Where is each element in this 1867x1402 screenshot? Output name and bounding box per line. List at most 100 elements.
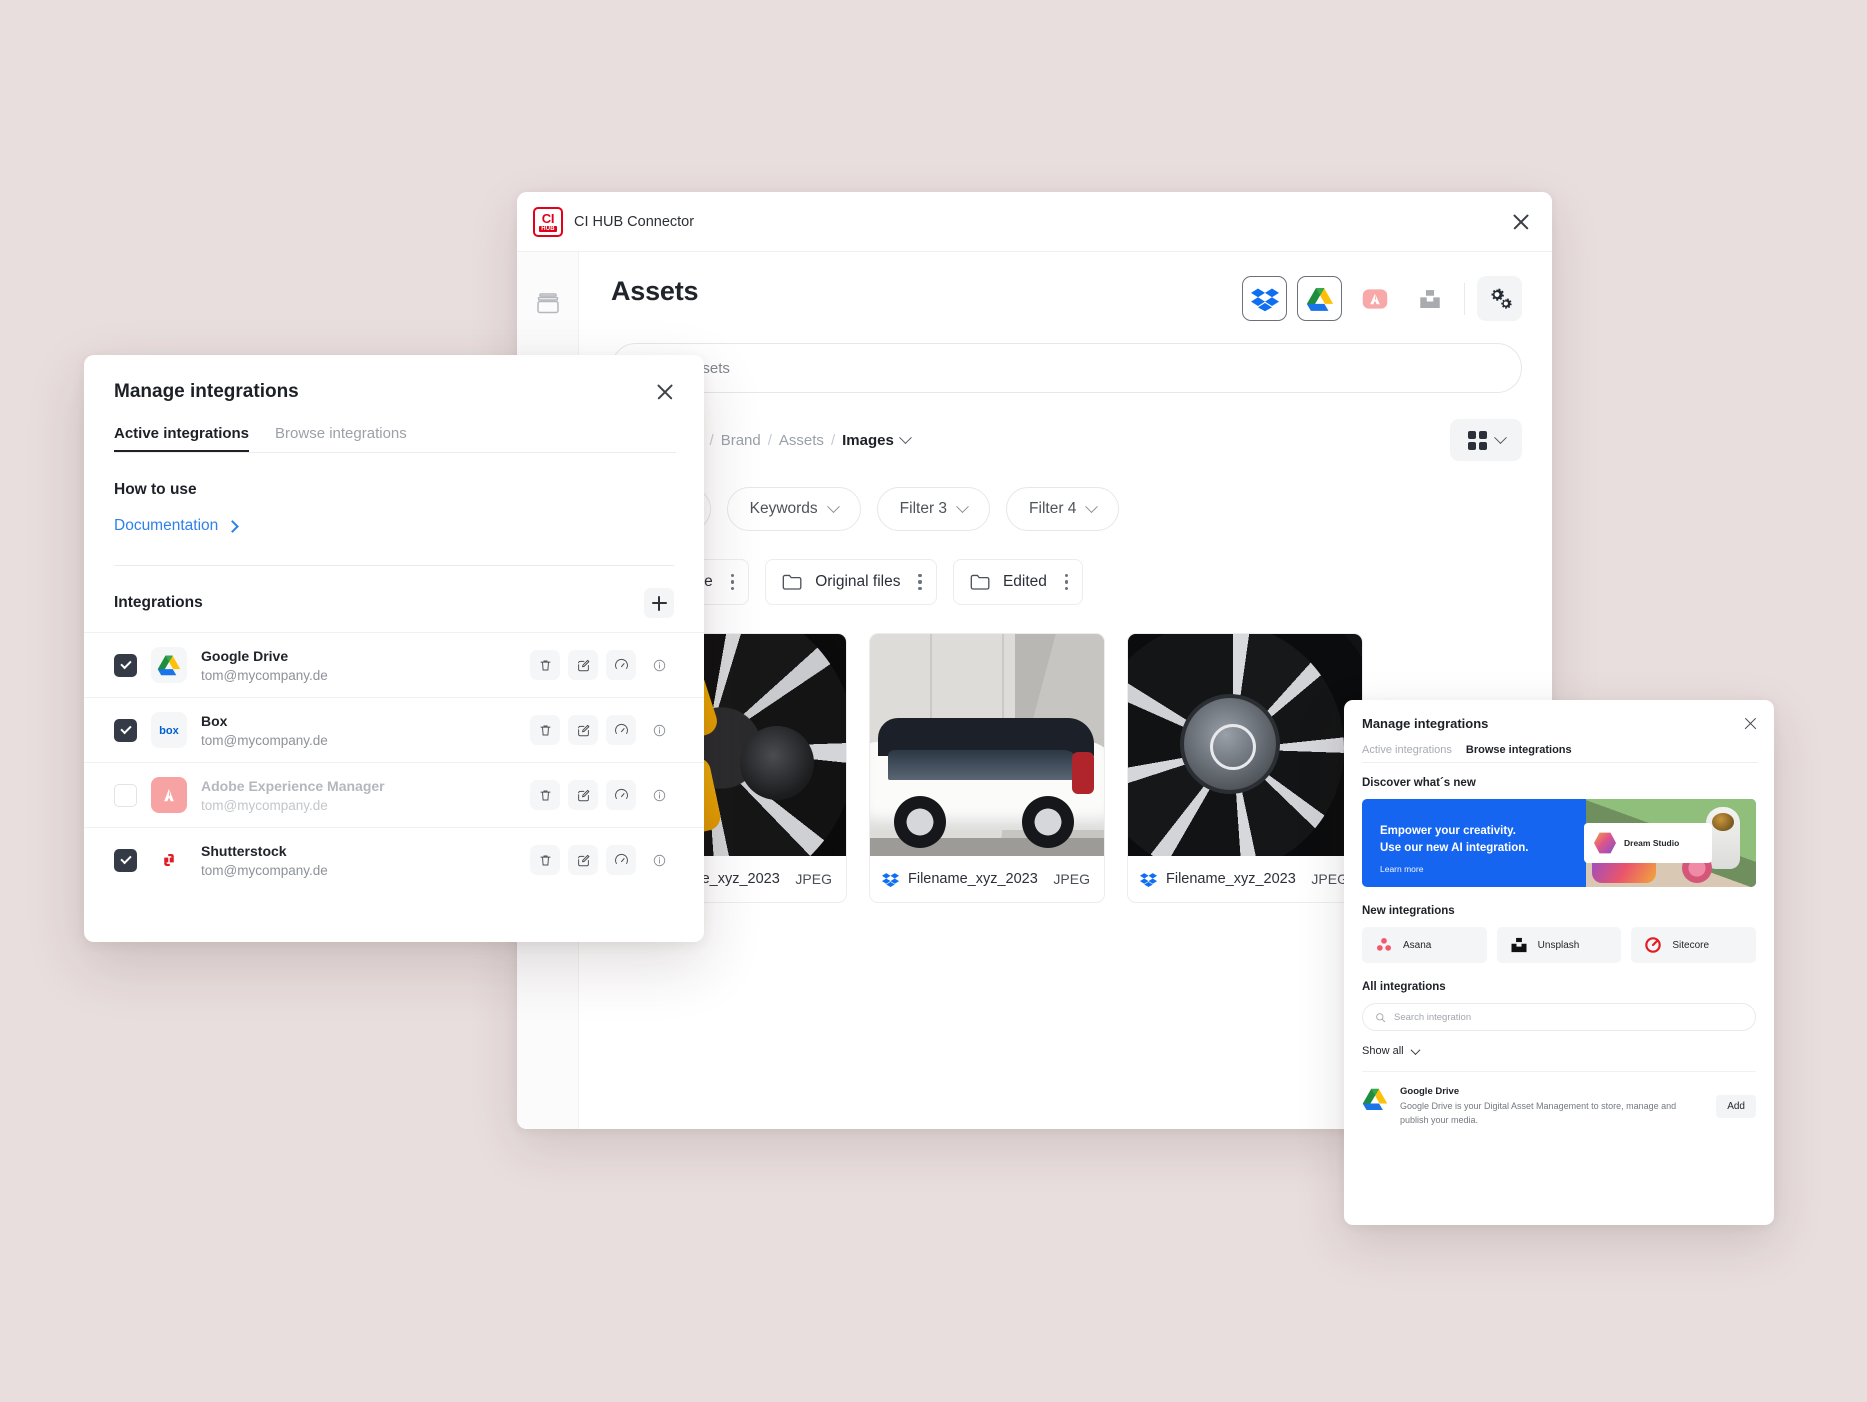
integrations-list: Google Drive tom@mycompany.de box Box to…	[84, 632, 704, 892]
folder-icon	[970, 573, 991, 591]
logo-bottom-text: HUB	[539, 225, 557, 232]
gauge-icon[interactable]	[606, 715, 636, 745]
asset-card[interactable]: Filename_xyz_2023 JPEG	[1127, 633, 1363, 903]
close-icon[interactable]	[1508, 209, 1534, 235]
gauge-icon[interactable]	[606, 650, 636, 680]
list-item[interactable]: Google Drive tom@mycompany.de	[84, 632, 704, 697]
more-options-icon[interactable]	[918, 573, 922, 591]
add-button[interactable]: Add	[1716, 1095, 1756, 1119]
info-icon[interactable]	[644, 845, 674, 875]
adobe-icon	[1361, 285, 1389, 313]
integration-checkbox[interactable]	[114, 718, 137, 742]
integration-checkbox[interactable]	[114, 783, 137, 807]
close-icon[interactable]	[1743, 716, 1758, 731]
edit-icon[interactable]	[568, 715, 598, 745]
promo-banner[interactable]: Dream Studio Empower your creativity. Us…	[1362, 799, 1756, 887]
breadcrumb-item-brand[interactable]: Brand	[721, 432, 761, 449]
google-drive-icon	[1306, 285, 1334, 313]
settings-button[interactable]	[1477, 276, 1522, 321]
chip-sitecore-label: Sitecore	[1672, 939, 1710, 951]
close-icon[interactable]	[654, 381, 676, 403]
asset-format: JPEG	[1053, 871, 1090, 887]
asset-card[interactable]: Filename_xyz_2023 JPEG	[869, 633, 1105, 903]
integration-description: Google Drive is your Digital Asset Manag…	[1400, 1101, 1677, 1125]
integration-account: tom@mycompany.de	[201, 667, 328, 683]
breadcrumb-item-images[interactable]: Images	[842, 432, 894, 449]
integrations-section-header: Integrations	[84, 566, 704, 618]
documentation-link[interactable]: Documentation	[114, 517, 674, 535]
connector-google-drive-button[interactable]	[1297, 276, 1342, 321]
app-title: CI HUB Connector	[574, 213, 695, 230]
connector-toolbar	[1242, 276, 1522, 321]
view-toggle-button[interactable]	[1450, 419, 1522, 461]
list-item[interactable]: Adobe Experience Manager tom@mycompany.d…	[84, 762, 704, 827]
manage-integrations-dialog-active: Manage integrations Active integrations …	[84, 355, 704, 942]
row-actions	[530, 780, 674, 810]
show-all-dropdown[interactable]: Show all	[1362, 1044, 1756, 1057]
tab-browse-integrations[interactable]: Browse integrations	[275, 425, 407, 452]
gauge-icon[interactable]	[606, 845, 636, 875]
delete-icon[interactable]	[530, 845, 560, 875]
filter-3[interactable]: Filter 3	[876, 487, 991, 531]
list-item[interactable]: box Box tom@mycompany.de	[84, 697, 704, 762]
filter-4[interactable]: Filter 4	[1006, 487, 1120, 531]
manage-integrations-dialog-browse: Manage integrations Active integrations …	[1344, 700, 1774, 1225]
learn-more-link[interactable]: Learn more	[1380, 864, 1528, 874]
more-options-icon[interactable]	[730, 573, 735, 591]
list-item[interactable]: Shutterstock tom@mycompany.de	[84, 827, 704, 892]
chevron-down-icon[interactable]	[898, 430, 912, 444]
dream-studio-icon	[1594, 832, 1616, 854]
breadcrumb-separator: /	[709, 431, 714, 449]
documentation-label: Documentation	[114, 517, 219, 534]
integration-name: Box	[201, 712, 228, 729]
integration-checkbox[interactable]	[114, 848, 137, 872]
integration-checkbox[interactable]	[114, 653, 137, 677]
sitecore-icon	[1643, 935, 1663, 955]
folder-edited[interactable]: Edited	[952, 559, 1084, 605]
tab-browse-integrations[interactable]: Browse integrations	[1466, 744, 1572, 762]
search-integration-input[interactable]: Search integration	[1362, 1003, 1756, 1031]
gauge-icon[interactable]	[606, 780, 636, 810]
delete-icon[interactable]	[530, 715, 560, 745]
delete-icon[interactable]	[530, 780, 560, 810]
asset-meta: Filename_xyz_2023 JPEG	[870, 856, 1104, 902]
row-actions	[530, 715, 674, 745]
list-item[interactable]: Google Drive Google Drive is your Digita…	[1362, 1071, 1756, 1128]
chip-sitecore[interactable]: Sitecore	[1631, 927, 1757, 963]
asset-format: JPEG	[1311, 871, 1348, 887]
delete-icon[interactable]	[530, 650, 560, 680]
info-icon[interactable]	[644, 650, 674, 680]
gear-icon	[1487, 286, 1513, 312]
dropbox-icon	[1250, 285, 1279, 313]
connector-dropbox-button[interactable]	[1242, 276, 1287, 321]
dialog-tabs: Active integrations Browse integrations	[1362, 744, 1758, 763]
asset-filename: Filename_xyz_2023	[1166, 871, 1296, 887]
edit-icon[interactable]	[568, 650, 598, 680]
info-icon[interactable]	[644, 780, 674, 810]
toolbar-divider	[1464, 282, 1465, 315]
asset-meta: Filename_xyz_2023 JPEG	[1128, 856, 1362, 902]
edit-icon[interactable]	[568, 780, 598, 810]
folder-original-files[interactable]: Original files	[765, 559, 937, 605]
breadcrumb-item-assets[interactable]: Assets	[779, 432, 824, 449]
filter-3-label: Filter 3	[899, 500, 948, 517]
dream-studio-card: Dream Studio	[1584, 823, 1712, 863]
assets-stack-icon[interactable]	[533, 288, 563, 318]
edit-icon[interactable]	[568, 845, 598, 875]
plus-icon[interactable]	[644, 588, 674, 618]
asset-filename: Filename_xyz_2023	[908, 871, 1038, 887]
integration-account: tom@mycompany.de	[201, 797, 328, 813]
shutterstock-icon	[151, 842, 187, 878]
tab-active-integrations[interactable]: Active integrations	[114, 425, 250, 452]
search-input[interactable]: Search Assets	[611, 343, 1522, 393]
connector-adobe-button[interactable]	[1352, 276, 1397, 321]
tab-active-integrations[interactable]: Active integrations	[1362, 744, 1452, 762]
chevron-down-icon	[956, 499, 969, 513]
info-icon[interactable]	[644, 715, 674, 745]
integration-name: Shutterstock	[201, 842, 287, 859]
more-options-icon[interactable]	[1064, 573, 1069, 591]
filter-keywords[interactable]: Keywords	[726, 487, 861, 531]
chip-asana[interactable]: Asana	[1362, 927, 1487, 963]
connector-unsplash-button[interactable]	[1407, 276, 1452, 321]
chip-unsplash[interactable]: Unsplash	[1496, 927, 1622, 963]
